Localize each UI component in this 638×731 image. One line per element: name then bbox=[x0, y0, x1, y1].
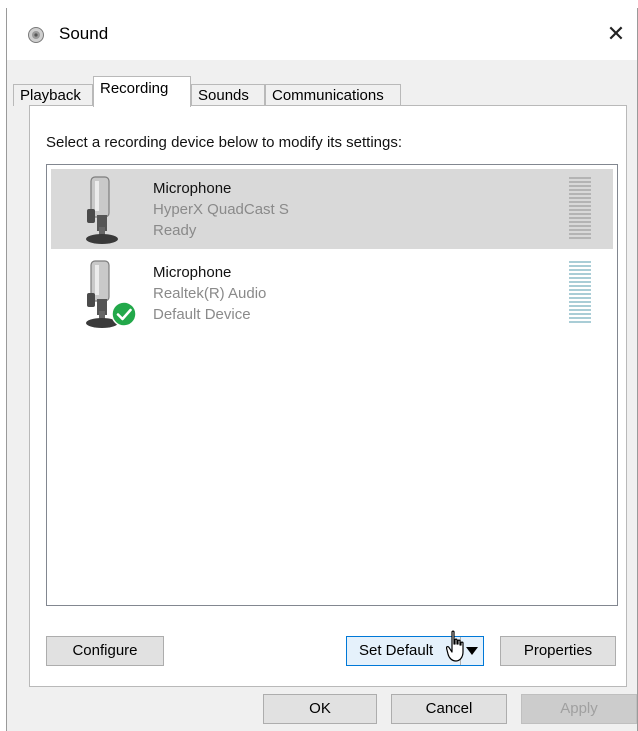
microphone-icon bbox=[86, 176, 118, 244]
cancel-button[interactable]: Cancel bbox=[391, 694, 507, 724]
ok-button[interactable]: OK bbox=[263, 694, 377, 724]
speaker-icon bbox=[28, 27, 44, 43]
tab-communications[interactable]: Communications bbox=[265, 84, 401, 106]
set-default-label: Set Default bbox=[359, 642, 434, 659]
close-icon: ✕ bbox=[606, 21, 626, 46]
device-row-hyperx[interactable]: Microphone HyperX QuadCast S Ready bbox=[51, 169, 613, 249]
tab-playback[interactable]: Playback bbox=[13, 84, 93, 106]
level-meter bbox=[569, 177, 591, 241]
instruction-text: Select a recording device below to modif… bbox=[46, 134, 403, 151]
device-status: Ready bbox=[153, 222, 197, 239]
tab-recording[interactable]: Recording bbox=[93, 76, 191, 107]
recording-panel: Select a recording device below to modif… bbox=[29, 105, 627, 687]
device-list[interactable]: Microphone HyperX QuadCast S Ready Micro… bbox=[46, 164, 618, 606]
device-driver: Realtek(R) Audio bbox=[153, 285, 267, 302]
title-bar[interactable]: Sound ✕ bbox=[7, 8, 637, 60]
level-meter bbox=[569, 261, 591, 325]
check-icon bbox=[111, 301, 137, 327]
close-button[interactable]: ✕ bbox=[595, 14, 637, 54]
configure-button[interactable]: Configure bbox=[46, 636, 164, 666]
mouse-pointer-icon bbox=[446, 630, 464, 662]
sound-dialog: Sound ✕ Playback Recording Sounds Commun… bbox=[6, 8, 638, 731]
apply-button[interactable]: Apply bbox=[521, 694, 637, 724]
device-row-realtek[interactable]: Microphone Realtek(R) Audio Default Devi… bbox=[51, 253, 613, 333]
device-driver: HyperX QuadCast S bbox=[153, 201, 289, 218]
window-title: Sound bbox=[59, 24, 109, 43]
tab-sounds[interactable]: Sounds bbox=[191, 84, 265, 106]
device-status: Default Device bbox=[153, 306, 251, 323]
device-name: Microphone bbox=[153, 264, 232, 281]
properties-button[interactable]: Properties bbox=[500, 636, 616, 666]
device-name: Microphone bbox=[153, 180, 232, 197]
